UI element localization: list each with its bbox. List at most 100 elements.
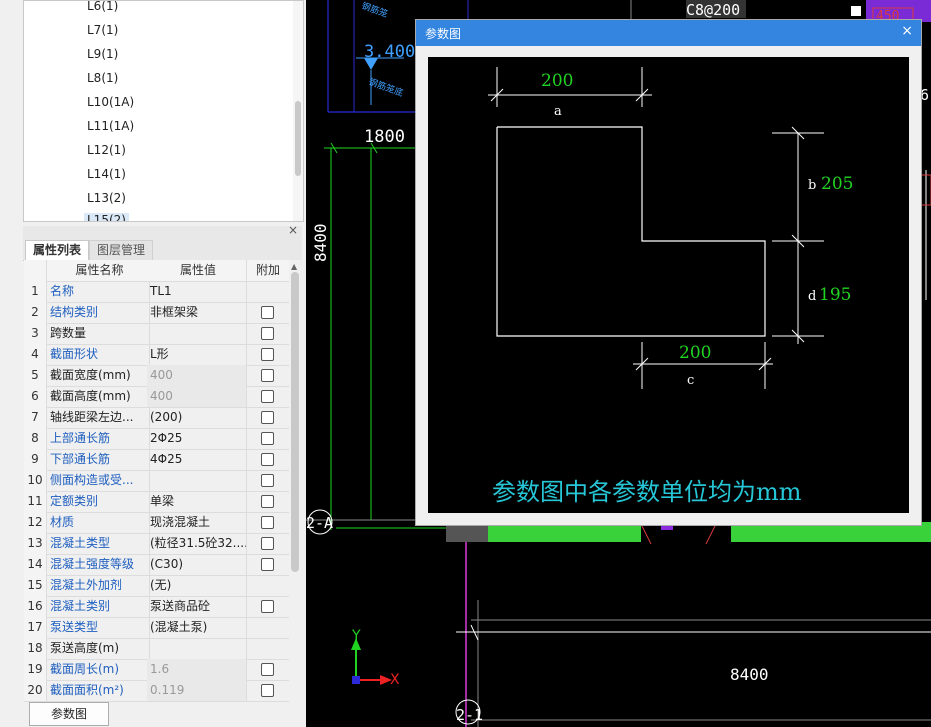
- extra-cell: [247, 428, 289, 449]
- table-row[interactable]: 12 材质 现浇混凝土: [24, 512, 289, 534]
- tree-item[interactable]: L7(1): [87, 23, 118, 37]
- extra-checkbox[interactable]: [261, 600, 274, 613]
- dialog-titlebar[interactable]: 参数图 ×: [416, 20, 921, 46]
- property-value[interactable]: 400: [147, 386, 247, 407]
- row-number: 6: [24, 386, 47, 407]
- extra-checkbox[interactable]: [261, 411, 274, 424]
- property-value[interactable]: 400: [147, 365, 247, 386]
- row-number: 18: [24, 638, 47, 659]
- extra-checkbox[interactable]: [261, 537, 274, 550]
- table-row[interactable]: 4 截面形状 L形: [24, 344, 289, 366]
- extra-checkbox[interactable]: [261, 453, 274, 466]
- extra-checkbox[interactable]: [261, 327, 274, 340]
- table-row[interactable]: 15 混凝土外加剂 (无): [24, 575, 289, 597]
- tree-item[interactable]: L10(1A): [87, 95, 134, 109]
- property-value[interactable]: 0.119: [147, 680, 247, 701]
- property-value[interactable]: [147, 323, 247, 344]
- row-number: 13: [24, 533, 47, 554]
- property-name: 混凝土类型: [47, 533, 150, 554]
- table-row[interactable]: 13 混凝土类型 (粒径31.5砼32....: [24, 533, 289, 555]
- dim-a-value: 200: [541, 71, 573, 91]
- property-value[interactable]: 泵送商品砼: [147, 596, 247, 617]
- property-name: 结构类别: [47, 302, 150, 323]
- extra-checkbox[interactable]: [261, 432, 274, 445]
- table-row[interactable]: 20 截面面积(m²) 0.119: [24, 680, 289, 702]
- property-value[interactable]: L形: [147, 344, 247, 365]
- panel-tabs: 属性列表 图层管理: [23, 238, 302, 261]
- dim-8400-v-label: 8400: [311, 223, 330, 262]
- table-row[interactable]: 17 泵送类型 (混凝土泵): [24, 617, 289, 639]
- extra-checkbox[interactable]: [261, 495, 274, 508]
- extra-checkbox[interactable]: [261, 369, 274, 382]
- table-row[interactable]: 16 混凝土类别 泵送商品砼: [24, 596, 289, 618]
- tree-item-selected[interactable]: L15(2): [84, 213, 129, 221]
- property-value[interactable]: 现浇混凝土: [147, 512, 247, 533]
- param-diagram-dialog: 参数图 × 200 a b 205 d 195 200 c 参数图中各参数单位均…: [415, 19, 922, 526]
- section-diagram: 200 a b 205 d 195 200 c 参数图中各参数单位均为mm: [428, 57, 909, 513]
- property-name: 截面面积(m²): [47, 680, 150, 701]
- row-number: 11: [24, 491, 47, 512]
- tree-item[interactable]: L11(1A): [87, 119, 134, 133]
- property-value[interactable]: (200): [147, 407, 247, 428]
- tab-properties[interactable]: 属性列表: [25, 240, 90, 260]
- property-value[interactable]: 2Φ25: [147, 428, 247, 449]
- table-row[interactable]: 3 跨数量: [24, 323, 289, 345]
- extra-checkbox[interactable]: [261, 516, 274, 529]
- property-name: 泵送高度(m): [47, 638, 150, 659]
- table-row[interactable]: 5 截面宽度(mm) 400: [24, 365, 289, 387]
- close-icon[interactable]: ×: [901, 23, 913, 39]
- left-panel: L6(1) L7(1) L9(1) L8(1) L10(1A) L11(1A) …: [0, 0, 306, 727]
- close-icon[interactable]: ×: [288, 223, 298, 237]
- table-row[interactable]: 7 轴线距梁左边... (200): [24, 407, 289, 429]
- extra-checkbox[interactable]: [261, 474, 274, 487]
- extra-checkbox[interactable]: [261, 390, 274, 403]
- property-value[interactable]: 4Φ25: [147, 449, 247, 470]
- dim-a-label: a: [554, 104, 562, 119]
- table-row[interactable]: 14 混凝土强度等级 (C30): [24, 554, 289, 576]
- tree-item[interactable]: L8(1): [87, 71, 118, 85]
- table-row[interactable]: 11 定额类别 单梁: [24, 491, 289, 513]
- tree-item[interactable]: L9(1): [87, 47, 118, 61]
- extra-checkbox[interactable]: [261, 348, 274, 361]
- property-value[interactable]: TL1: [147, 281, 247, 302]
- scroll-up-icon[interactable]: ▲: [291, 262, 297, 271]
- table-row[interactable]: 9 下部通长筋 4Φ25: [24, 449, 289, 471]
- extra-checkbox[interactable]: [261, 684, 274, 697]
- row-number: 10: [24, 470, 47, 491]
- table-row[interactable]: 2 结构类别 非框架梁: [24, 302, 289, 324]
- tree-item[interactable]: L6(1): [87, 1, 118, 13]
- tree-scrollbar-thumb[interactable]: [295, 101, 301, 176]
- tree-item[interactable]: L14(1): [87, 167, 126, 181]
- property-value[interactable]: 单梁: [147, 491, 247, 512]
- table-row[interactable]: 18 泵送高度(m): [24, 638, 289, 660]
- table-row[interactable]: 1 名称 TL1: [24, 281, 289, 303]
- tree-item[interactable]: L12(1): [87, 143, 126, 157]
- extra-checkbox[interactable]: [261, 306, 274, 319]
- grid-scrollbar-thumb[interactable]: [291, 272, 299, 572]
- property-value[interactable]: (C30): [147, 554, 247, 575]
- elevation-label: 3.400: [364, 42, 415, 62]
- property-value[interactable]: 1.6: [147, 659, 247, 680]
- property-value[interactable]: [147, 470, 247, 491]
- extra-checkbox[interactable]: [261, 663, 274, 676]
- extra-cell: [247, 407, 289, 428]
- property-value[interactable]: (无): [147, 575, 247, 596]
- extra-checkbox[interactable]: [261, 558, 274, 571]
- tree-item[interactable]: L13(2): [87, 191, 126, 205]
- row-number: 1: [24, 281, 47, 302]
- row-number: 9: [24, 449, 47, 470]
- table-row[interactable]: 10 侧面构造或受...: [24, 470, 289, 492]
- property-value[interactable]: 非框架梁: [147, 302, 247, 323]
- tab-layers[interactable]: 图层管理: [89, 240, 154, 260]
- extra-cell: [247, 596, 289, 617]
- dim-1800-label: 1800: [364, 127, 405, 147]
- property-value[interactable]: (混凝土泵): [147, 617, 247, 638]
- row-number: 12: [24, 512, 47, 533]
- property-value[interactable]: [147, 638, 247, 659]
- row-number: 4: [24, 344, 47, 365]
- table-row[interactable]: 8 上部通长筋 2Φ25: [24, 428, 289, 450]
- property-value[interactable]: (粒径31.5砼32....: [147, 533, 247, 554]
- param-diagram-button[interactable]: 参数图: [29, 702, 109, 726]
- table-row[interactable]: 19 截面周长(m) 1.6: [24, 659, 289, 681]
- table-row[interactable]: 6 截面高度(mm) 400: [24, 386, 289, 408]
